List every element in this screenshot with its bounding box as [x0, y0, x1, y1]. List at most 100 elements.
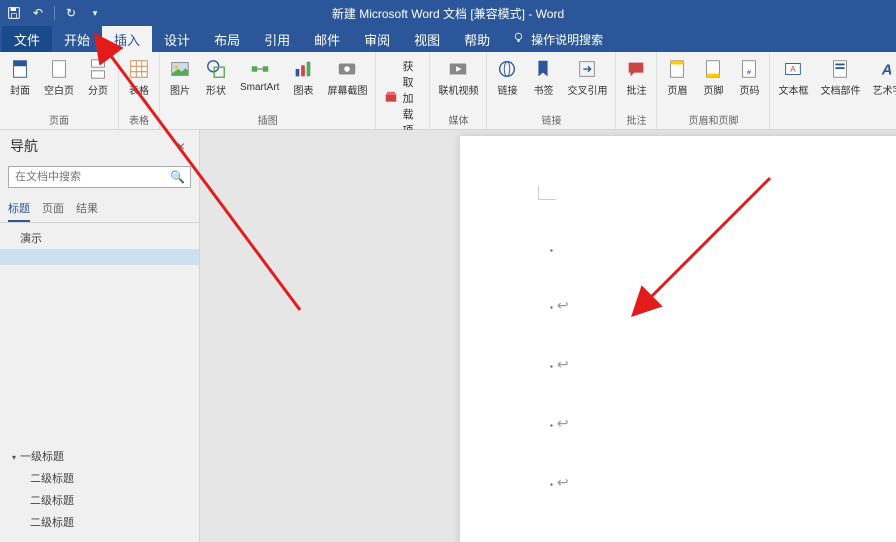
- ribbon-group-header-footer: 页眉 页脚 # 页码 页眉和页脚: [657, 52, 770, 129]
- menu-insert[interactable]: 插入: [102, 26, 152, 52]
- table-button[interactable]: 表格: [123, 56, 155, 99]
- nav-search: 🔍: [8, 166, 191, 188]
- menu-file[interactable]: 文件: [2, 26, 52, 52]
- screenshot-icon: [336, 58, 358, 80]
- menu-layout[interactable]: 布局: [202, 26, 252, 52]
- nav-item-demo[interactable]: 演示: [0, 227, 199, 249]
- store-icon: [384, 90, 398, 107]
- separator: [54, 6, 55, 20]
- tab-results[interactable]: 结果: [76, 196, 98, 222]
- window-title: 新建 Microsoft Word 文档 [兼容模式] - Word: [332, 5, 564, 22]
- ribbon-group-pages: 封面 空白页 分页 页面: [0, 52, 119, 129]
- crossref-icon: [576, 58, 598, 80]
- ribbon-group-media: 联机视频 媒体: [430, 52, 487, 129]
- qat-dropdown-icon[interactable]: ▾: [87, 5, 103, 21]
- ribbon-group-illustrations: 图片 形状 SmartArt 图表 屏幕截图 插图: [160, 52, 376, 129]
- ribbon-group-tables: 表格 表格: [119, 52, 160, 129]
- menu-mailings[interactable]: 邮件: [302, 26, 352, 52]
- paragraph: ▪↩: [550, 474, 896, 491]
- get-addins-button[interactable]: 获取加载项: [380, 56, 425, 140]
- quickparts-icon: [829, 58, 851, 80]
- paragraph: ▪: [550, 246, 896, 255]
- online-video-button[interactable]: 联机视频: [434, 56, 482, 99]
- nav-tabs: 标题 页面 结果: [0, 192, 199, 223]
- paragraph: ▪↩: [550, 297, 896, 314]
- menu-help[interactable]: 帮助: [452, 26, 502, 52]
- tab-pages[interactable]: 页面: [42, 196, 64, 222]
- pictures-icon: [169, 58, 191, 80]
- smartart-icon: [249, 58, 271, 80]
- cover-page-button[interactable]: 封面: [4, 56, 36, 99]
- menu-home[interactable]: 开始: [52, 26, 102, 52]
- search-icon[interactable]: 🔍: [170, 170, 185, 184]
- blank-page-icon: [48, 58, 70, 80]
- wordart-button[interactable]: A 艺术字: [868, 56, 896, 99]
- svg-text:A: A: [881, 63, 893, 79]
- document-area[interactable]: 演示↩ ▪ ▪↩ ▪↩ ▪↩ ▪↩: [200, 130, 896, 542]
- chart-button[interactable]: 图表: [287, 56, 319, 99]
- page-break-button[interactable]: 分页: [82, 56, 114, 99]
- nav-item-h2[interactable]: 二级标题: [0, 489, 199, 511]
- ribbon-group-addins: 获取加载项 我的加载项▾ 加载项: [376, 52, 430, 129]
- table-icon: [128, 58, 150, 80]
- blank-page-button[interactable]: 空白页: [40, 56, 78, 99]
- tell-me-label: 操作说明搜索: [531, 31, 603, 48]
- workspace: 导航 × 🔍 标题 页面 结果 演示 一级标题 二级标题 二级标题 二级标题 演…: [0, 130, 896, 542]
- quick-access-toolbar: ↶ ↻ ▾: [6, 5, 103, 21]
- menu-view[interactable]: 视图: [402, 26, 452, 52]
- paragraph: ▪↩: [550, 415, 896, 432]
- navigation-pane: 导航 × 🔍 标题 页面 结果 演示 一级标题 二级标题 二级标题 二级标题: [0, 130, 200, 542]
- ribbon: 封面 空白页 分页 页面 表格 表格 图片: [0, 52, 896, 130]
- comment-icon: [625, 58, 647, 80]
- svg-text:A: A: [791, 65, 797, 74]
- cover-page-icon: [9, 58, 31, 80]
- link-icon: [496, 58, 518, 80]
- page-number-icon: #: [738, 58, 760, 80]
- nav-item-h1[interactable]: 一级标题: [0, 445, 199, 467]
- shapes-icon: [205, 58, 227, 80]
- title-bar: ↶ ↻ ▾ 新建 Microsoft Word 文档 [兼容模式] - Word: [0, 0, 896, 26]
- undo-icon[interactable]: ↶: [30, 5, 46, 21]
- bookmark-icon: [532, 58, 554, 80]
- textbox-button[interactable]: A 文本框: [774, 56, 812, 99]
- pictures-button[interactable]: 图片: [164, 56, 196, 99]
- redo-icon[interactable]: ↻: [63, 5, 79, 21]
- quickparts-button[interactable]: 文档部件: [816, 56, 864, 99]
- ribbon-group-links: 链接 书签 交叉引用 链接: [487, 52, 616, 129]
- menu-references[interactable]: 引用: [252, 26, 302, 52]
- tab-headings[interactable]: 标题: [8, 196, 30, 222]
- comment-button[interactable]: 批注: [620, 56, 652, 99]
- menu-design[interactable]: 设计: [152, 26, 202, 52]
- menu-review[interactable]: 审阅: [352, 26, 402, 52]
- chart-icon: [292, 58, 314, 80]
- shapes-button[interactable]: 形状: [200, 56, 232, 99]
- tell-me-search[interactable]: 操作说明搜索: [502, 26, 613, 52]
- wordart-icon: A: [876, 58, 896, 80]
- header-icon: [666, 58, 688, 80]
- nav-item-selected[interactable]: [0, 249, 199, 265]
- video-icon: [447, 58, 469, 80]
- footer-button[interactable]: 页脚: [697, 56, 729, 99]
- textbox-icon: A: [782, 58, 804, 80]
- lightbulb-icon: [512, 31, 525, 47]
- page-number-button[interactable]: # 页码: [733, 56, 765, 99]
- screenshot-button[interactable]: 屏幕截图: [323, 56, 371, 99]
- close-icon[interactable]: ×: [173, 138, 189, 154]
- header-button[interactable]: 页眉: [661, 56, 693, 99]
- footer-icon: [702, 58, 724, 80]
- paragraph: ▪↩: [550, 356, 896, 373]
- nav-item-h2[interactable]: 二级标题: [0, 511, 199, 533]
- nav-title: 导航: [10, 136, 38, 156]
- ribbon-group-comments: 批注 批注: [616, 52, 657, 129]
- crossref-button[interactable]: 交叉引用: [563, 56, 611, 99]
- save-icon[interactable]: [6, 5, 22, 21]
- menu-bar: 文件 开始 插入 设计 布局 引用 邮件 审阅 视图 帮助 操作说明搜索: [0, 26, 896, 52]
- smartart-button[interactable]: SmartArt: [236, 56, 283, 95]
- bookmark-button[interactable]: 书签: [527, 56, 559, 99]
- nav-item-h2[interactable]: 二级标题: [0, 467, 199, 489]
- link-button[interactable]: 链接: [491, 56, 523, 99]
- ribbon-group-text: A 文本框 文档部件 A 艺术字: [770, 52, 896, 129]
- nav-headings-list: 演示 一级标题 二级标题 二级标题 二级标题: [0, 223, 199, 542]
- search-input[interactable]: [8, 166, 191, 188]
- page-break-icon: [87, 58, 109, 80]
